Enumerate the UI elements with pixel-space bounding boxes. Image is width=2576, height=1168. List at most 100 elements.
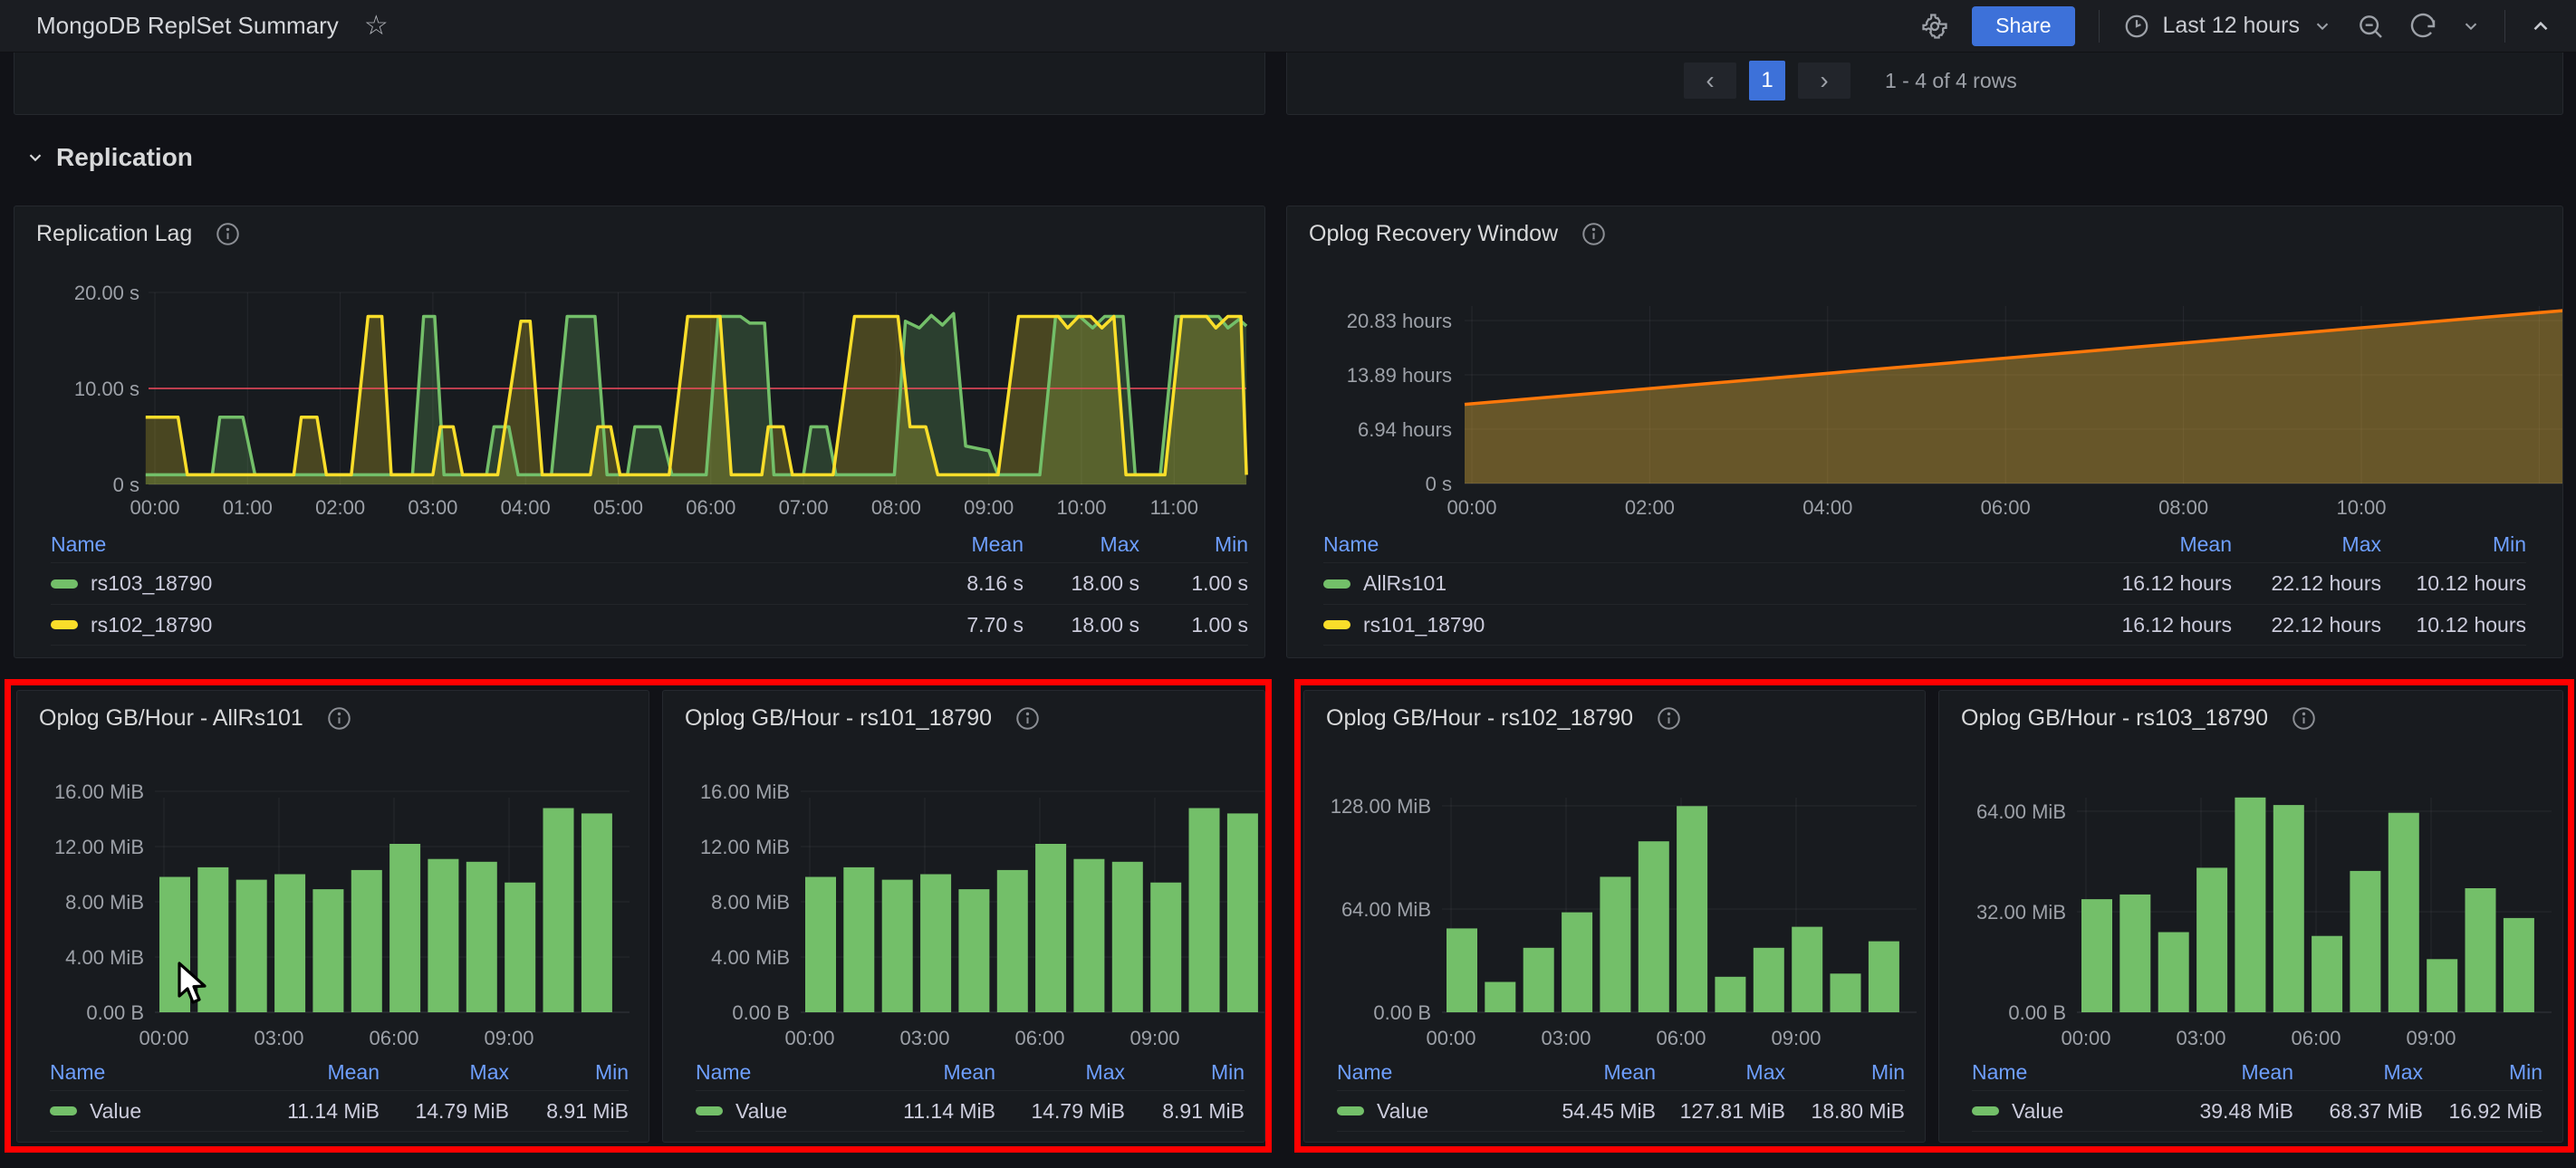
- bar[interactable]: [1523, 947, 1554, 1012]
- bar[interactable]: [881, 879, 913, 1012]
- zoom-out-icon[interactable]: [2356, 12, 2385, 41]
- series-name[interactable]: rs101_18790: [1363, 613, 1485, 637]
- legend-row[interactable]: Value 11.14 MiB 14.79 MiB 8.91 MiB: [696, 1090, 1245, 1132]
- legend-header-max[interactable]: Max: [2232, 532, 2381, 557]
- legend-header-name[interactable]: Name: [1337, 1060, 1520, 1085]
- bar[interactable]: [1868, 941, 1899, 1012]
- legend-header-mean[interactable]: Mean: [851, 532, 1024, 557]
- bar[interactable]: [466, 861, 497, 1012]
- prev-page-button[interactable]: ‹: [1684, 62, 1736, 99]
- next-page-button[interactable]: ›: [1798, 62, 1850, 99]
- bar[interactable]: [1600, 876, 1631, 1012]
- legend-row[interactable]: rs101_18790 16.12 hours 22.12 hours 10.1…: [1323, 604, 2526, 646]
- bar[interactable]: [2158, 932, 2189, 1013]
- legend-header-min[interactable]: Min: [509, 1060, 629, 1085]
- legend-header-name[interactable]: Name: [696, 1060, 860, 1085]
- page-1-button[interactable]: 1: [1749, 61, 1785, 101]
- legend-row[interactable]: Value 54.45 MiB 127.81 MiB 18.80 MiB: [1337, 1090, 1905, 1132]
- bar[interactable]: [1638, 841, 1669, 1012]
- bar[interactable]: [805, 876, 836, 1013]
- info-icon[interactable]: [1581, 222, 1606, 246]
- bar[interactable]: [1562, 912, 1593, 1012]
- legend-header-max[interactable]: Max: [380, 1060, 509, 1085]
- bar[interactable]: [2081, 899, 2112, 1012]
- bar[interactable]: [581, 813, 612, 1012]
- bar[interactable]: [920, 874, 952, 1013]
- refresh-icon[interactable]: [2408, 12, 2437, 41]
- bar[interactable]: [1677, 806, 1708, 1012]
- time-range-picker[interactable]: Last 12 hours: [2123, 13, 2333, 40]
- bar[interactable]: [2503, 917, 2534, 1012]
- series-name[interactable]: rs103_18790: [91, 571, 212, 596]
- legend-header-mean[interactable]: Mean: [2051, 532, 2232, 557]
- settings-gear-icon[interactable]: [1921, 13, 1948, 40]
- bar[interactable]: [1753, 947, 1784, 1012]
- bar[interactable]: [1830, 973, 1861, 1012]
- bar[interactable]: [2235, 797, 2266, 1012]
- info-icon[interactable]: [2292, 706, 2316, 731]
- favorite-star-icon[interactable]: ☆: [364, 12, 389, 40]
- bar[interactable]: [2465, 888, 2496, 1012]
- legend-header-name[interactable]: Name: [51, 532, 851, 557]
- bar[interactable]: [1447, 928, 1477, 1012]
- legend-row[interactable]: rs103_18790 8.16 s 18.00 s 1.00 s: [51, 562, 1248, 604]
- series-name[interactable]: AllRs101: [1363, 571, 1447, 596]
- bar[interactable]: [235, 879, 267, 1012]
- legend-header-mean[interactable]: Mean: [860, 1060, 995, 1085]
- refresh-interval-chevron-icon[interactable]: [2461, 16, 2481, 36]
- bar[interactable]: [1111, 861, 1143, 1012]
- bar[interactable]: [1035, 844, 1067, 1012]
- legend-row[interactable]: Value 11.14 MiB 14.79 MiB 8.91 MiB: [50, 1090, 629, 1132]
- legend-row[interactable]: Value 39.48 MiB 68.37 MiB 16.92 MiB: [1972, 1090, 2542, 1132]
- bar[interactable]: [996, 869, 1028, 1012]
- series-name[interactable]: Value: [90, 1099, 141, 1124]
- bar[interactable]: [1188, 808, 1220, 1013]
- bar[interactable]: [1150, 882, 1182, 1012]
- share-button[interactable]: Share: [1972, 5, 2075, 46]
- series-name[interactable]: Value: [1377, 1099, 1428, 1124]
- legend-header-max[interactable]: Max: [1656, 1060, 1785, 1085]
- legend-header-name[interactable]: Name: [50, 1060, 244, 1085]
- legend-header-max[interactable]: Max: [1024, 532, 1139, 557]
- info-icon[interactable]: [1657, 706, 1681, 731]
- bar[interactable]: [1485, 981, 1516, 1013]
- legend-header-mean[interactable]: Mean: [2158, 1060, 2293, 1085]
- info-icon[interactable]: [1015, 706, 1040, 731]
- bar[interactable]: [2388, 812, 2419, 1012]
- legend-header-min[interactable]: Min: [2423, 1060, 2542, 1085]
- bar[interactable]: [2273, 805, 2304, 1012]
- bar[interactable]: [274, 874, 306, 1013]
- bar[interactable]: [312, 889, 344, 1012]
- series-name[interactable]: Value: [735, 1099, 787, 1124]
- legend-header-min[interactable]: Min: [1139, 532, 1248, 557]
- collapse-up-icon[interactable]: [2529, 14, 2552, 38]
- bar[interactable]: [428, 858, 459, 1012]
- section-row-replication[interactable]: Replication: [25, 143, 193, 172]
- series-name[interactable]: rs102_18790: [91, 613, 212, 637]
- legend-header-min[interactable]: Min: [1125, 1060, 1245, 1085]
- legend-header-mean[interactable]: Mean: [1520, 1060, 1656, 1085]
- legend-row[interactable]: rs102_18790 7.70 s 18.00 s 1.00 s: [51, 604, 1248, 646]
- bar[interactable]: [389, 844, 421, 1012]
- bar[interactable]: [2196, 867, 2228, 1012]
- legend-row[interactable]: AllRs101 16.12 hours 22.12 hours 10.12 h…: [1323, 562, 2526, 604]
- bar[interactable]: [2350, 870, 2381, 1012]
- bar[interactable]: [843, 866, 875, 1012]
- bar[interactable]: [2427, 959, 2458, 1012]
- bar[interactable]: [1792, 926, 1823, 1012]
- bar[interactable]: [543, 808, 574, 1013]
- bar[interactable]: [2119, 894, 2151, 1012]
- bar[interactable]: [351, 869, 382, 1012]
- info-icon[interactable]: [216, 222, 240, 246]
- legend-header-name[interactable]: Name: [1972, 1060, 2158, 1085]
- bar[interactable]: [958, 889, 990, 1012]
- legend-header-min[interactable]: Min: [2381, 532, 2526, 557]
- info-icon[interactable]: [327, 706, 351, 731]
- bar[interactable]: [1715, 976, 1746, 1012]
- legend-header-mean[interactable]: Mean: [244, 1060, 380, 1085]
- bar[interactable]: [505, 882, 536, 1012]
- bar[interactable]: [1073, 858, 1105, 1012]
- legend-header-min[interactable]: Min: [1785, 1060, 1905, 1085]
- bar[interactable]: [2312, 935, 2343, 1012]
- legend-header-max[interactable]: Max: [995, 1060, 1125, 1085]
